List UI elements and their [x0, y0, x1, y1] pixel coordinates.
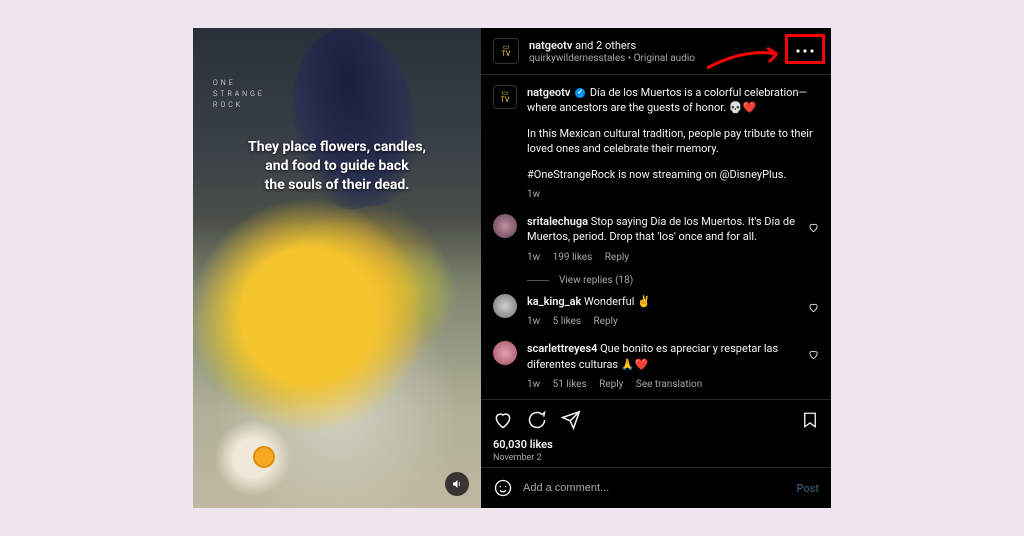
post-button[interactable]: Post [796, 482, 819, 495]
comment-row: ka_king_ak Wonderful ✌️ 1w 5 likes Reply [481, 288, 831, 335]
info-pane: ▭TV natgeotv and 2 others quirkywilderne… [481, 28, 831, 508]
video-logo: ONE STRANGE ROCK [213, 78, 265, 112]
commenter-username[interactable]: sritalechuga [527, 215, 588, 228]
comment-time: 1w [527, 252, 540, 263]
like-comment-button[interactable] [808, 222, 819, 233]
likes-count[interactable]: 60,030 likes [493, 438, 819, 451]
comment-time: 1w [527, 316, 540, 327]
commenter-avatar[interactable] [493, 214, 517, 238]
caption-time: 1w [527, 189, 540, 200]
dots-icon [796, 49, 814, 53]
bookmark-icon [801, 410, 819, 430]
like-comment-button[interactable] [808, 302, 819, 313]
comments-scroll[interactable]: ▭TV natgeotv Día de los Muertos is a col… [481, 75, 831, 399]
comment-icon [527, 410, 547, 430]
caption-text-1: Día de los Muertos is a colorful celebra… [527, 86, 807, 114]
save-button[interactable] [801, 410, 819, 430]
like-comment-button[interactable] [808, 349, 819, 360]
caption-username[interactable]: natgeotv [527, 86, 570, 99]
comment-text: Wonderful ✌️ [581, 295, 651, 308]
verified-badge-icon [575, 88, 585, 98]
comment-row: pablo_stamatio It's not "día de los muer… [481, 398, 831, 399]
caption-text-2: In this Mexican cultural tradition, peop… [527, 126, 819, 157]
comment-row: scarlettreyes4 Que bonito es apreciar y … [481, 335, 831, 398]
comment-time: 1w [527, 379, 540, 390]
comment-input[interactable] [523, 482, 786, 494]
author-avatar[interactable]: ▭TV [493, 38, 519, 64]
emoji-button[interactable] [493, 478, 513, 498]
caption-avatar[interactable]: ▭TV [493, 85, 517, 109]
comment-button[interactable] [527, 410, 547, 430]
post-header: ▭TV natgeotv and 2 others quirkywilderne… [481, 28, 831, 75]
comment-row: sritalechuga Stop saying Día de los Muer… [481, 208, 831, 271]
comment-likes[interactable]: 5 likes [553, 316, 581, 327]
view-replies-button[interactable]: View replies (18) [527, 275, 831, 286]
comment-reply[interactable]: Reply [594, 316, 618, 327]
heart-icon [808, 302, 819, 313]
caption-row: ▭TV natgeotv Día de los Muertos is a col… [481, 79, 831, 208]
video-pane[interactable]: ONE STRANGE ROCK They place flowers, can… [193, 28, 481, 508]
others-label[interactable]: and 2 others [572, 39, 636, 52]
audio-label[interactable]: quirkywildernesstales • Original audio [529, 53, 791, 64]
caption-text-3: #OneStrangeRock is now streaming on @Dis… [527, 167, 819, 182]
comment-box: Post [481, 467, 831, 508]
like-button[interactable] [493, 410, 513, 430]
send-icon [561, 410, 581, 430]
smiley-icon [494, 479, 512, 497]
action-bar: 60,030 likes November 2 [481, 399, 831, 467]
see-translation[interactable]: See translation [636, 379, 702, 390]
video-caption: They place flowers, candles, and food to… [193, 138, 481, 195]
heart-icon [493, 410, 513, 430]
audio-toggle[interactable] [445, 472, 469, 496]
post-modal: ONE STRANGE ROCK They place flowers, can… [193, 28, 831, 508]
comment-likes[interactable]: 199 likes [553, 252, 593, 263]
speaker-icon [451, 478, 463, 490]
post-date: November 2 [493, 453, 819, 463]
commenter-avatar[interactable] [493, 341, 517, 365]
commenter-avatar[interactable] [493, 294, 517, 318]
share-button[interactable] [561, 410, 581, 430]
author-username[interactable]: natgeotv [529, 39, 572, 52]
comment-likes[interactable]: 51 likes [553, 379, 587, 390]
heart-icon [808, 349, 819, 360]
commenter-username[interactable]: scarlettreyes4 [527, 342, 597, 355]
heart-icon [808, 222, 819, 233]
commenter-username[interactable]: ka_king_ak [527, 295, 581, 308]
comment-reply[interactable]: Reply [605, 252, 629, 263]
more-options-button[interactable] [791, 40, 819, 62]
comment-reply[interactable]: Reply [599, 379, 623, 390]
